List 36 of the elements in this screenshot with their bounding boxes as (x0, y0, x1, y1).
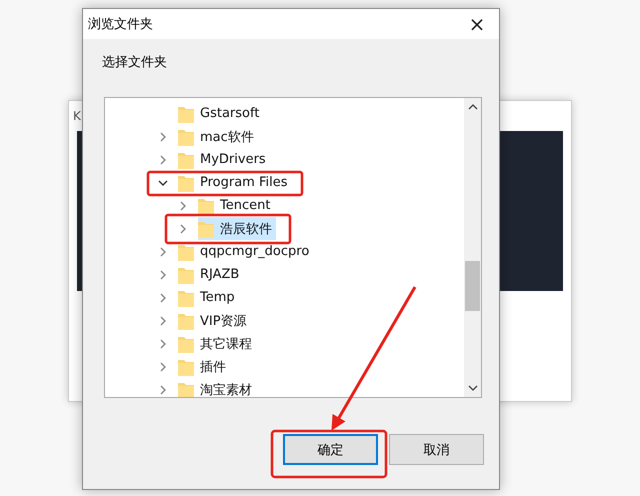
folder-icon (178, 174, 194, 192)
tree-item[interactable]: Gstarsoft (178, 102, 264, 125)
prompt-label: 选择文件夹 (102, 54, 168, 71)
tree-item[interactable]: 插件 (178, 355, 230, 378)
scroll-down-icon[interactable] (468, 383, 478, 393)
folder-icon (178, 380, 194, 397)
folder-icon (178, 358, 194, 376)
dialog-button[interactable]: 取消 (389, 434, 484, 465)
dialog-title: 浏览文件夹 (88, 16, 153, 33)
tree-item[interactable]: 其它课程 (178, 332, 256, 355)
folder-icon (198, 220, 214, 238)
folder-icon (198, 196, 214, 214)
folder-icon (178, 128, 194, 146)
scroll-up-icon[interactable] (468, 102, 478, 112)
scrollbar-thumb[interactable] (465, 261, 480, 311)
tree-item[interactable]: MyDrivers (178, 148, 270, 171)
folder-icon (178, 334, 194, 352)
tree-item[interactable]: mac软件 (178, 125, 258, 148)
tree-item[interactable]: VIP资源 (178, 309, 251, 332)
folder-icon (178, 288, 194, 306)
dialog-button[interactable]: 确定 (283, 434, 378, 465)
window-title: K (73, 109, 81, 123)
folder-icon (178, 150, 194, 168)
tree-item[interactable]: qqpcmgr_docpro (178, 240, 314, 263)
tree-item[interactable]: Program Files (178, 171, 292, 194)
folder-icon (178, 104, 194, 122)
tree-item[interactable]: RJAZB (178, 263, 244, 286)
tree-item[interactable]: 淘宝素材 (178, 378, 256, 397)
folder-icon (178, 266, 194, 284)
close-button[interactable]: × (455, 9, 499, 39)
scrollbar[interactable] (464, 98, 481, 397)
tree-item[interactable]: 浩辰软件 (198, 217, 276, 240)
tree-item[interactable]: Tencent (198, 194, 274, 217)
folder-icon (178, 242, 194, 260)
folder-icon (178, 312, 194, 330)
tree-item[interactable]: Temp (178, 286, 239, 309)
